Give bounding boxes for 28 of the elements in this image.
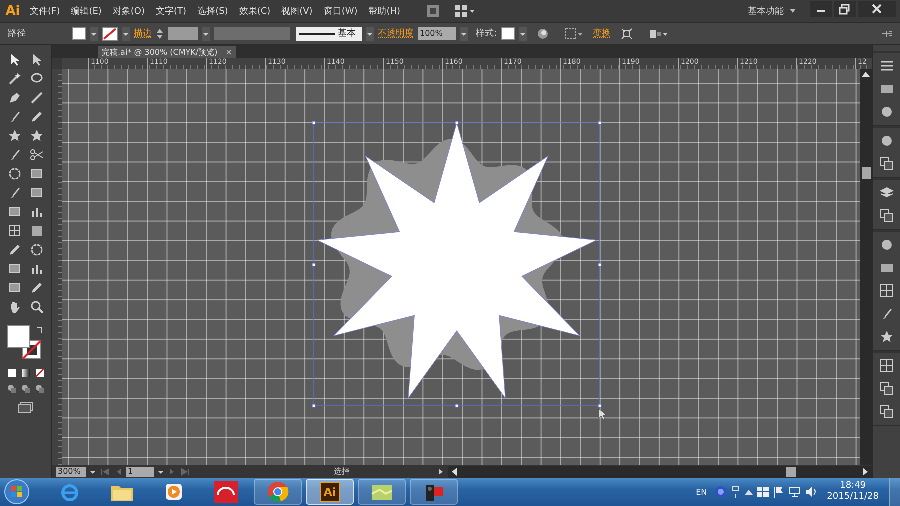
menu-item[interactable]: 效果(C) bbox=[239, 4, 271, 18]
app-logo: Ai bbox=[4, 2, 22, 20]
opacity-link[interactable]: 不透明度 bbox=[378, 27, 414, 40]
illustrator-logo: Ai bbox=[320, 482, 340, 502]
menu-item[interactable]: 文字(T) bbox=[156, 4, 187, 18]
clock-date[interactable]: 2015/11/28 bbox=[827, 492, 879, 503]
language-indicator[interactable]: EN bbox=[696, 488, 708, 496]
menu-item[interactable]: 对象(O) bbox=[112, 4, 146, 18]
style-label: 样式: bbox=[476, 28, 498, 40]
document-tab[interactable]: 完稿.ai* @ 300% (CMYK/预览) × bbox=[98, 46, 236, 58]
menu-item[interactable]: 窗口(W) bbox=[324, 4, 358, 18]
opacity-field[interactable]: 100% bbox=[418, 27, 456, 40]
zoom-field[interactable]: 300% bbox=[56, 466, 86, 476]
stroke-link[interactable]: 描边 bbox=[134, 27, 152, 40]
illustrator-taskbar-button[interactable]: Ai bbox=[306, 479, 354, 505]
menu-item[interactable]: 选择(S) bbox=[198, 4, 228, 18]
current-tool-label: 选择 bbox=[334, 466, 351, 477]
tab-close-button[interactable]: × bbox=[226, 48, 232, 56]
transform-link[interactable]: 变换 bbox=[593, 27, 612, 40]
menu-item[interactable]: 帮助(H) bbox=[368, 4, 401, 18]
menu-item[interactable]: 文件(F) bbox=[30, 4, 60, 18]
clock-time[interactable]: 18:49 bbox=[840, 481, 866, 492]
menu-item[interactable]: 视图(V) bbox=[282, 4, 313, 18]
object-type-label: 路径 bbox=[8, 28, 27, 40]
menu-item[interactable]: 编辑(E) bbox=[71, 4, 102, 18]
artboard-field[interactable]: 1 bbox=[126, 466, 154, 476]
stroke-style-dropdown[interactable]: 基本 bbox=[296, 26, 362, 40]
workspace-switcher[interactable]: 基本功能 bbox=[748, 4, 784, 18]
